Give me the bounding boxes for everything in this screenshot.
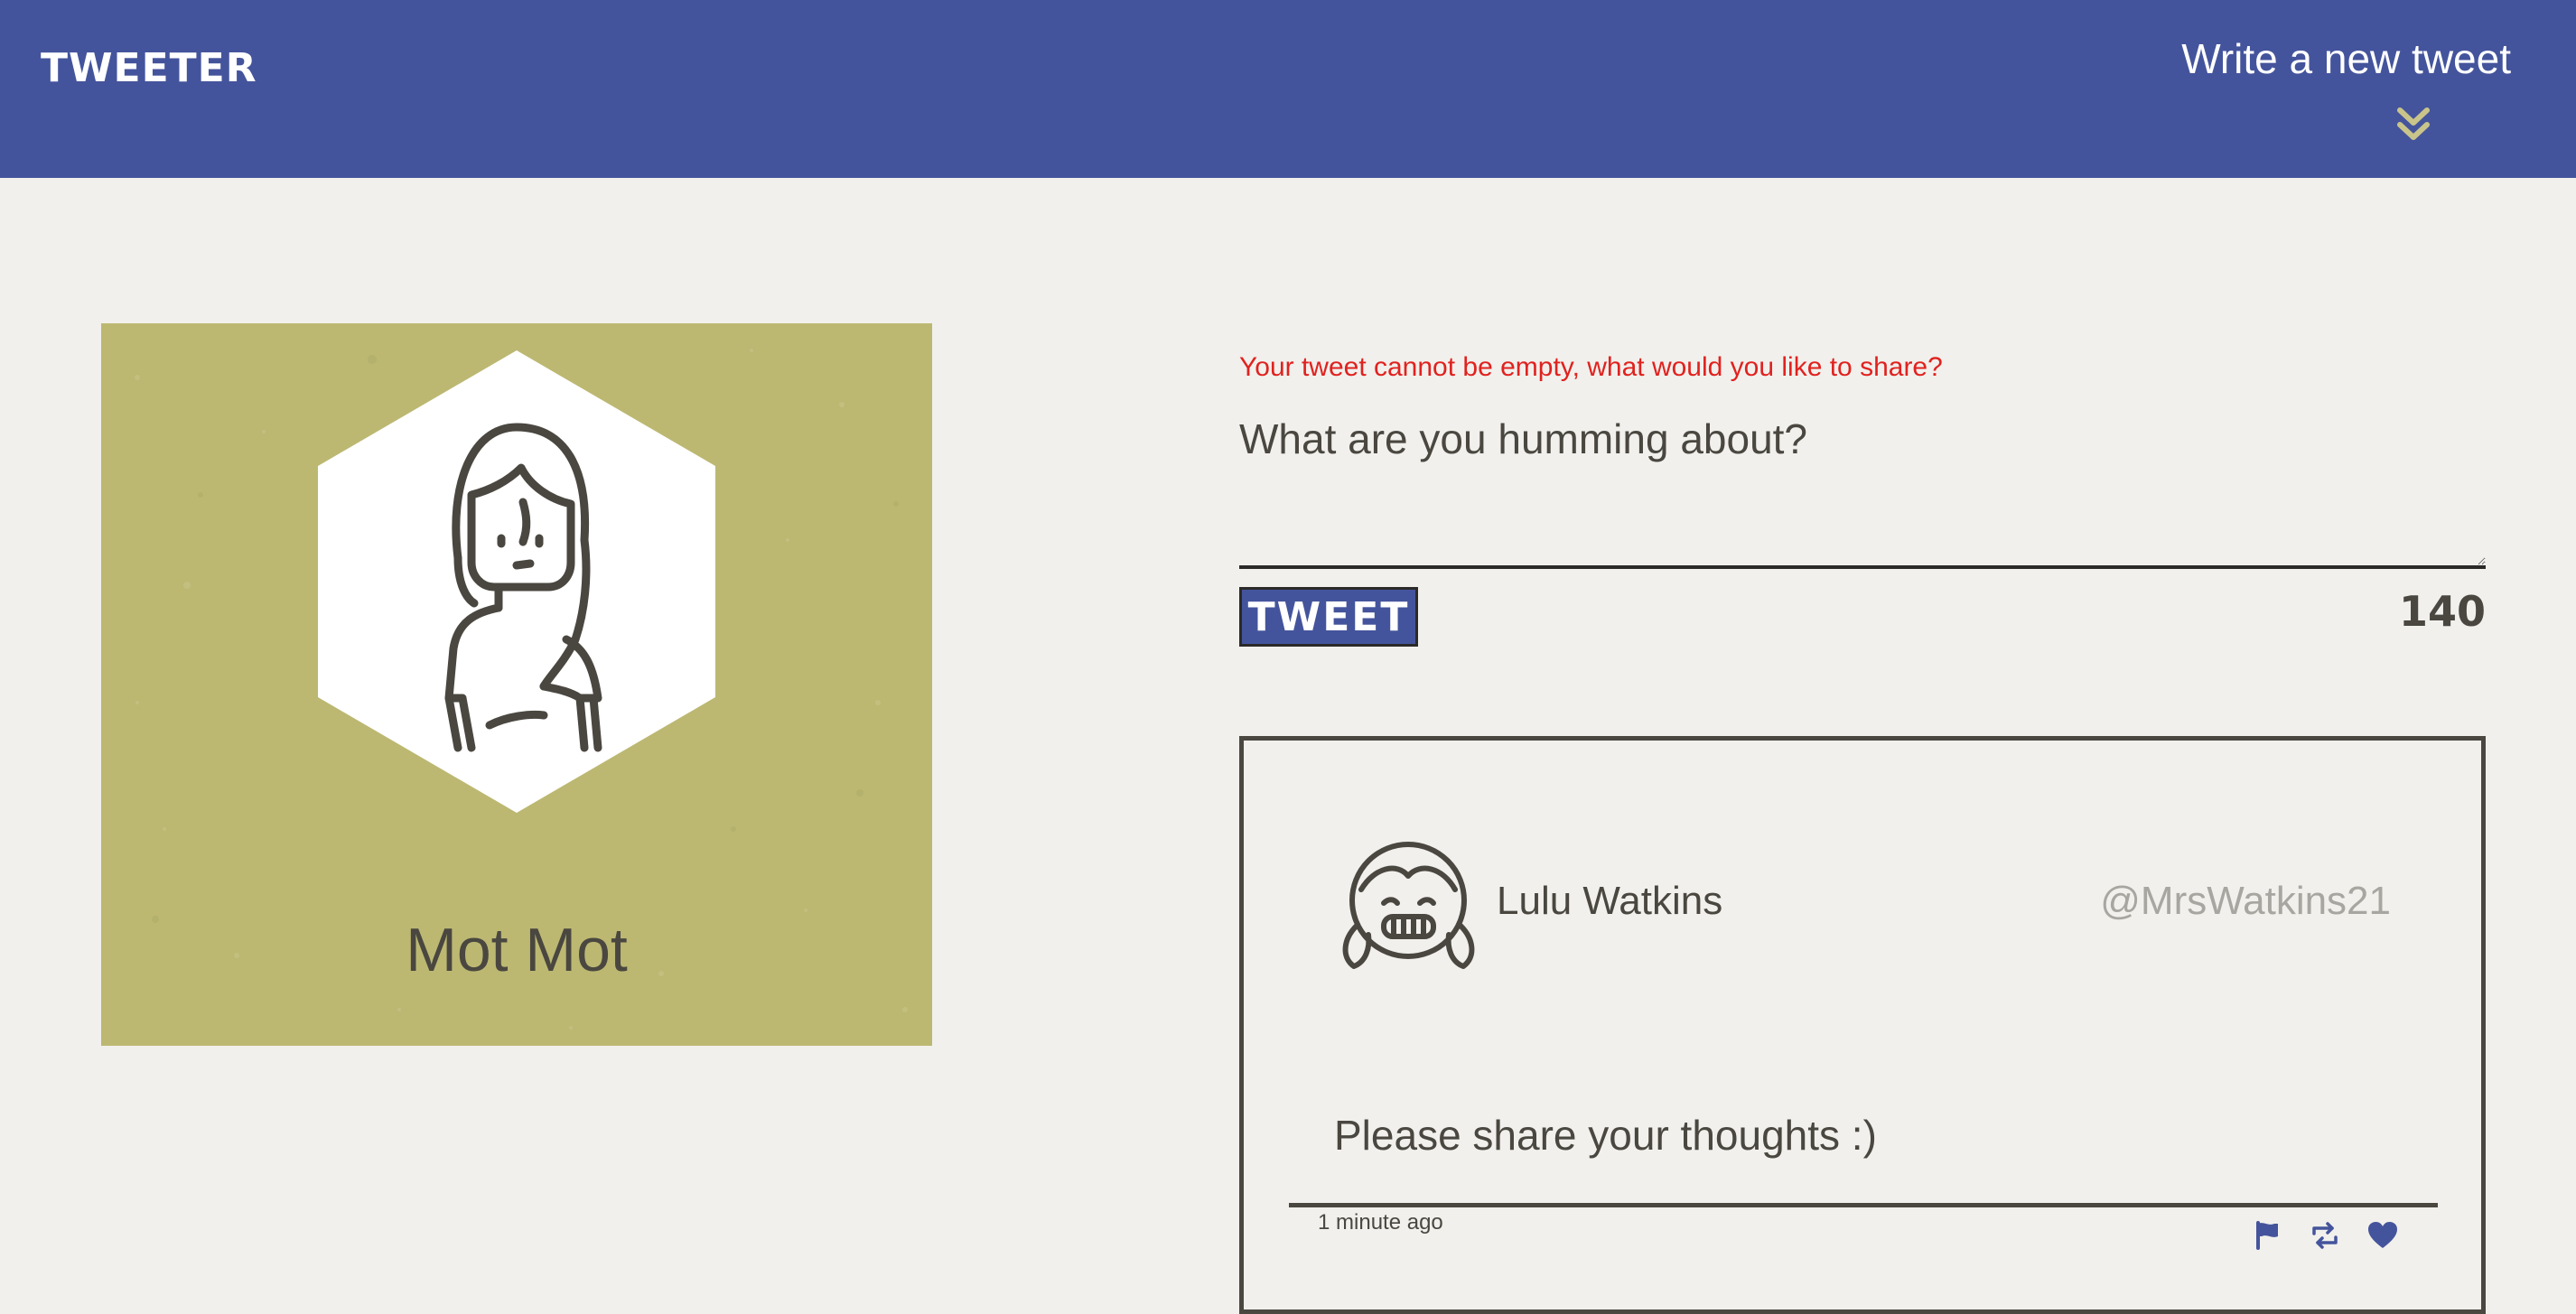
tweet-author-handle: @MrsWatkins21 [2100, 879, 2391, 923]
tweet-submit-button[interactable]: TWEET [1239, 587, 1418, 647]
retweet-icon[interactable] [2309, 1219, 2341, 1252]
top-nav: TWEETER Write a new tweet [0, 0, 2576, 178]
girl-avatar-icon [1342, 842, 1475, 969]
tweet-actions [2251, 1219, 2397, 1252]
character-counter: 140 [2398, 587, 2486, 636]
tweet-card: Lulu Watkins @MrsWatkins21 Please share … [1239, 736, 2486, 1314]
tweet-text-input[interactable] [1239, 402, 2486, 569]
profile-avatar-icon [318, 350, 715, 813]
profile-card: Mot Mot [101, 323, 932, 1046]
double-chevron-down-icon[interactable] [2393, 105, 2434, 146]
profile-name: Mot Mot [406, 916, 628, 984]
tweet-author-name: Lulu Watkins [1497, 879, 1723, 923]
tweet-timestamp: 1 minute ago [1318, 1210, 1443, 1235]
write-new-tweet-toggle[interactable]: Write a new tweet [2150, 34, 2511, 152]
tweet-divider [1289, 1203, 2438, 1207]
empty-tweet-error: Your tweet cannot be empty, what would y… [1239, 352, 1943, 382]
write-new-tweet-label[interactable]: Write a new tweet [2181, 34, 2511, 83]
heart-icon[interactable] [2366, 1219, 2399, 1252]
flag-icon[interactable] [2251, 1219, 2283, 1252]
tweet-body: Please share your thoughts :) [1334, 1112, 1877, 1159]
brand-logo[interactable]: TWEETER [41, 45, 257, 91]
